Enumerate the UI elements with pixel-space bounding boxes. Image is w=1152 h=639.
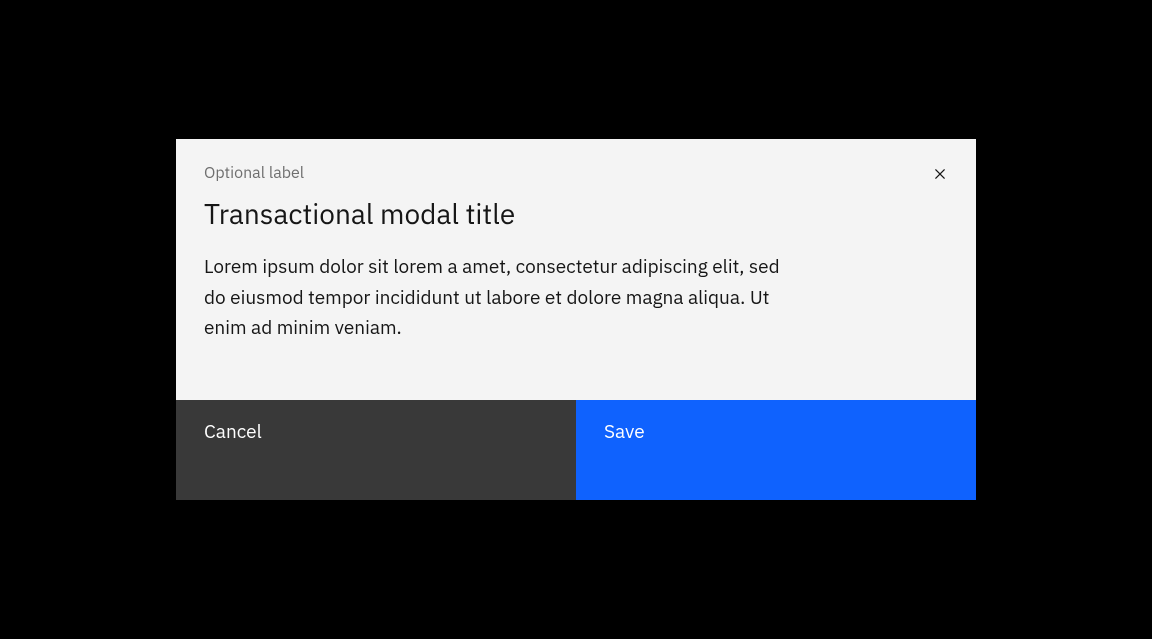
modal-optional-label: Optional label: [204, 163, 948, 183]
save-button[interactable]: Save: [576, 400, 976, 500]
close-icon: [930, 164, 950, 187]
close-button[interactable]: [920, 155, 960, 195]
modal-title: Transactional modal title: [204, 195, 948, 232]
transactional-modal: Optional label Transactional modal title…: [176, 139, 976, 499]
modal-footer: Cancel Save: [176, 400, 976, 500]
modal-content: Optional label Transactional modal title…: [176, 139, 976, 399]
modal-body: Lorem ipsum dolor sit lorem a amet, cons…: [204, 252, 794, 343]
cancel-button[interactable]: Cancel: [176, 400, 576, 500]
